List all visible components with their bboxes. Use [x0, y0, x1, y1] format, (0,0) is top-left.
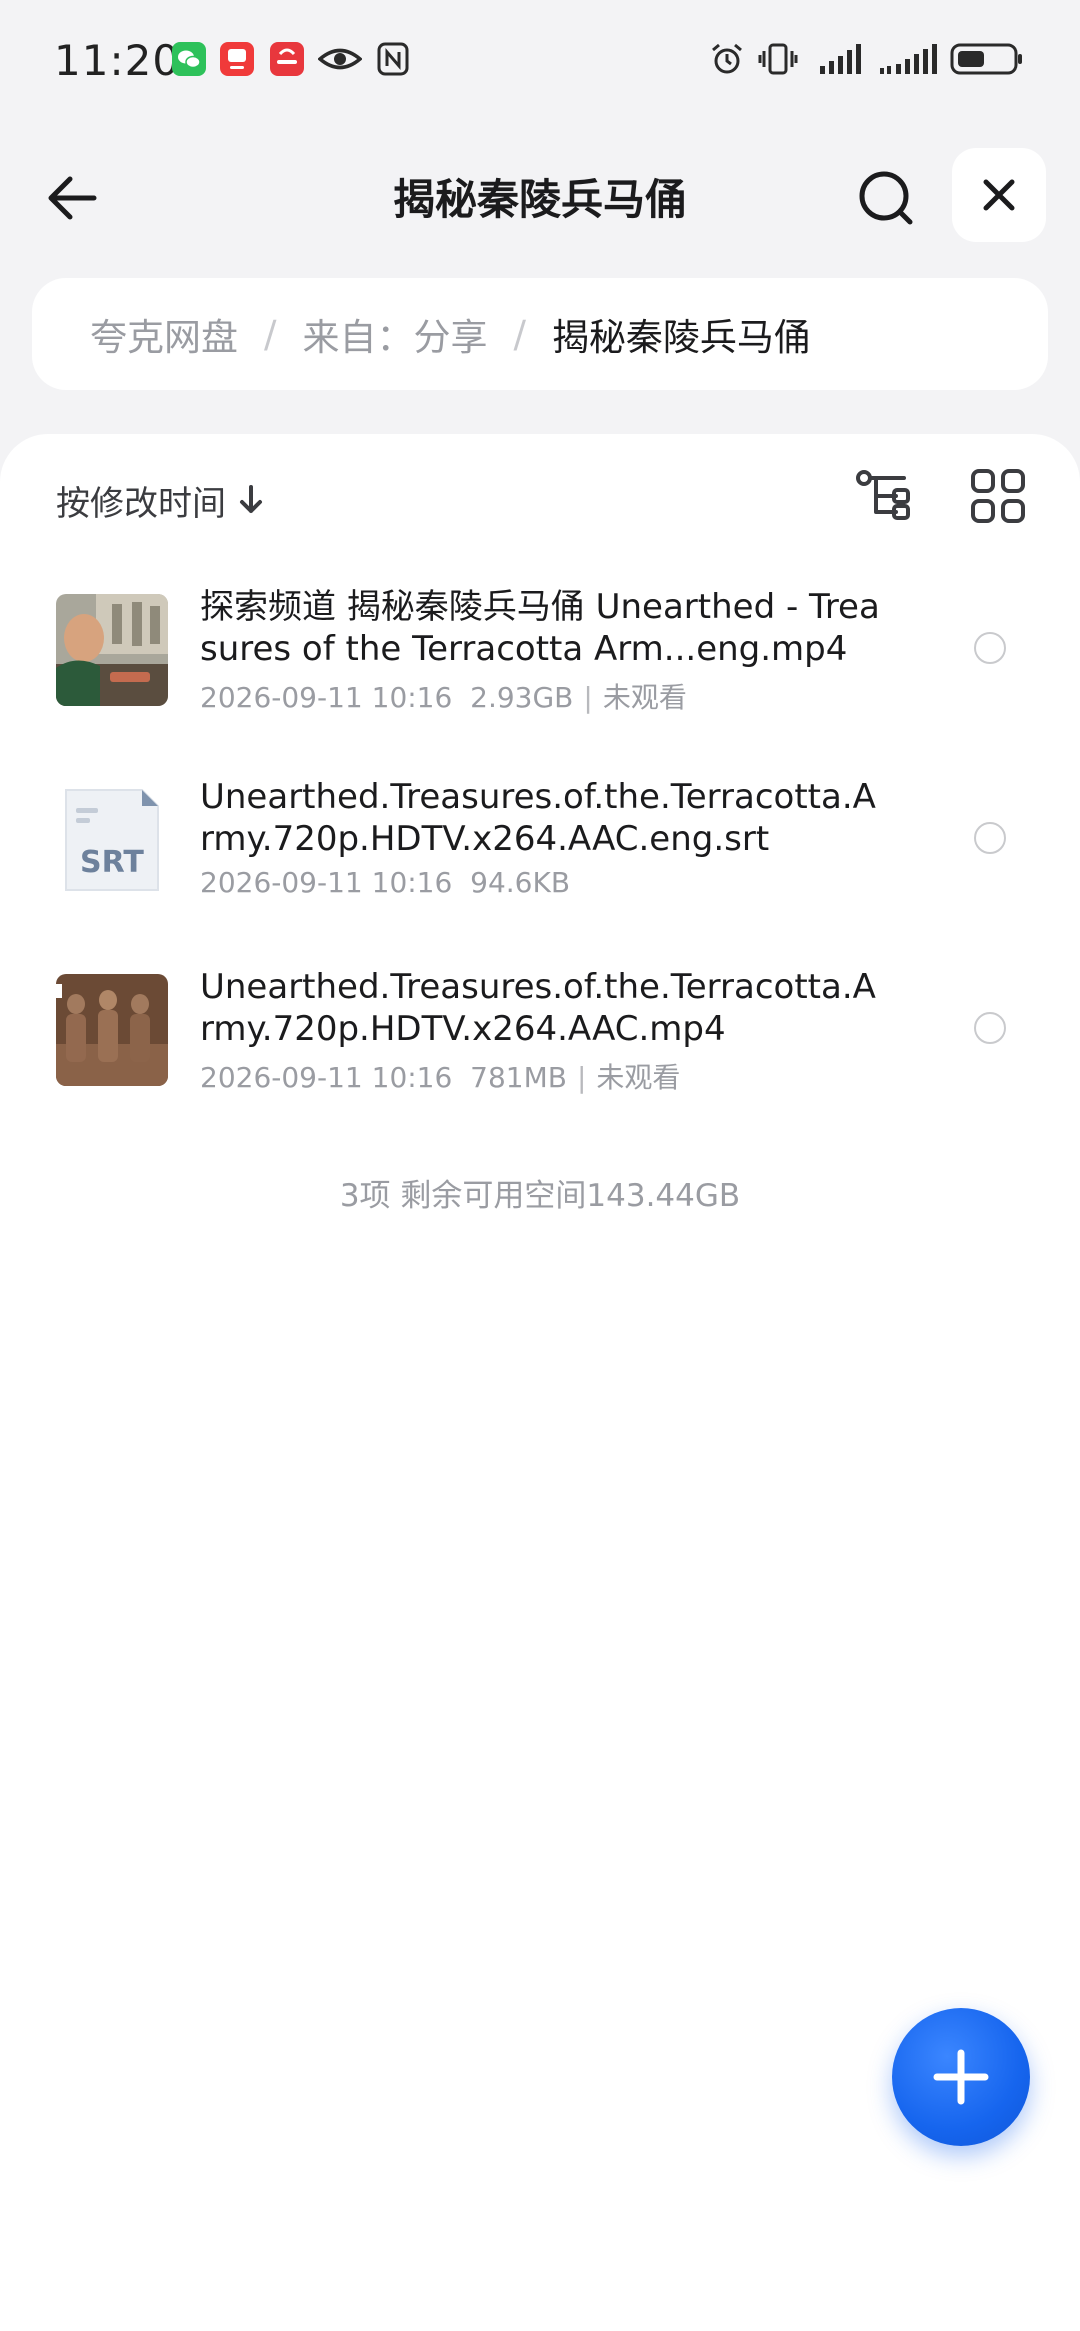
signal-icon: [820, 44, 861, 74]
breadcrumb-item-root[interactable]: 夸克网盘: [90, 307, 238, 361]
select-radio[interactable]: [974, 822, 1006, 854]
file-meta: 2026-09-11 10:16 94.6KB: [200, 866, 570, 899]
status-time: 11:20: [54, 36, 181, 85]
video-thumbnail: [56, 974, 168, 1086]
video-thumbnail: [56, 594, 168, 706]
file-name: 探索频道 揭秘秦陵兵马俑 Unearthed - Treasures of th…: [200, 587, 880, 669]
breadcrumb-separator: /: [513, 312, 526, 356]
tree-view-icon[interactable]: [854, 466, 914, 526]
file-date: 2026-09-11 10:16: [200, 866, 453, 899]
file-name: Unearthed.Treasures.of.the.Terracotta.Ar…: [200, 777, 876, 859]
app-red-icon: [220, 42, 254, 76]
plus-icon: [933, 2049, 989, 2105]
list-item[interactable]: SRT Unearthed.Treasures.of.the.Terracott…: [0, 776, 1080, 966]
file-size: 2.93GB: [470, 681, 574, 714]
alarm-icon: [712, 43, 742, 74]
srt-label: SRT: [80, 845, 144, 880]
file-meta: 2026-09-11 10:16 2.93GB | 未观看: [200, 681, 687, 714]
file-date: 2026-09-11 10:16: [200, 681, 453, 714]
huawei-icon: [270, 42, 304, 76]
grid-view-icon[interactable]: [968, 466, 1028, 526]
srt-file-icon: SRT: [56, 784, 168, 896]
vibrate-icon: [758, 43, 798, 75]
file-date: 2026-09-11 10:16: [200, 1061, 453, 1094]
watch-status: 未观看: [596, 1061, 681, 1094]
search-icon[interactable]: [850, 162, 922, 234]
breadcrumb-item-current: 揭秘秦陵兵马俑: [551, 316, 811, 359]
sort-button[interactable]: 按修改时间: [56, 470, 266, 530]
list-item[interactable]: 探索频道 揭秘秦陵兵马俑 Unearthed - Treasures of th…: [0, 586, 1080, 776]
select-radio[interactable]: [974, 1012, 1006, 1044]
list-item[interactable]: Unearthed.Treasures.of.the.Terracotta.Ar…: [0, 966, 1080, 1156]
file-meta: 2026-09-11 10:16 781MB | 未观看: [200, 1061, 681, 1094]
file-name: Unearthed.Treasures.of.the.Terracotta.Ar…: [200, 967, 876, 1049]
watch-status: 未观看: [602, 681, 687, 714]
breadcrumb-separator: /: [264, 312, 277, 356]
eye-icon: [318, 48, 362, 70]
storage-summary: 3项 剩余可用空间143.44GB: [339, 1178, 741, 1214]
header: 揭秘秦陵兵马俑: [0, 140, 1080, 250]
sort-label: 按修改时间: [56, 483, 226, 524]
file-size: 781MB: [470, 1061, 567, 1094]
breadcrumb-item-share[interactable]: 来自：分享: [302, 307, 487, 361]
status-bar: 11:20: [0, 0, 1080, 125]
file-size: 94.6KB: [470, 866, 571, 899]
add-button[interactable]: [892, 2008, 1030, 2146]
breadcrumb: 夸克网盘 / 来自：分享 / 揭秘秦陵兵马俑: [32, 278, 1048, 390]
select-radio[interactable]: [974, 632, 1006, 664]
nfc-icon: [377, 42, 409, 76]
wechat-icon: [172, 42, 206, 76]
close-icon: [983, 179, 1015, 211]
close-button[interactable]: [952, 148, 1046, 242]
sort-down-arrow-icon: [240, 485, 262, 513]
signal-icon-2: [880, 44, 937, 74]
file-list: 探索频道 揭秘秦陵兵马俑 Unearthed - Treasures of th…: [0, 586, 1080, 1156]
battery-icon: [950, 43, 1022, 75]
